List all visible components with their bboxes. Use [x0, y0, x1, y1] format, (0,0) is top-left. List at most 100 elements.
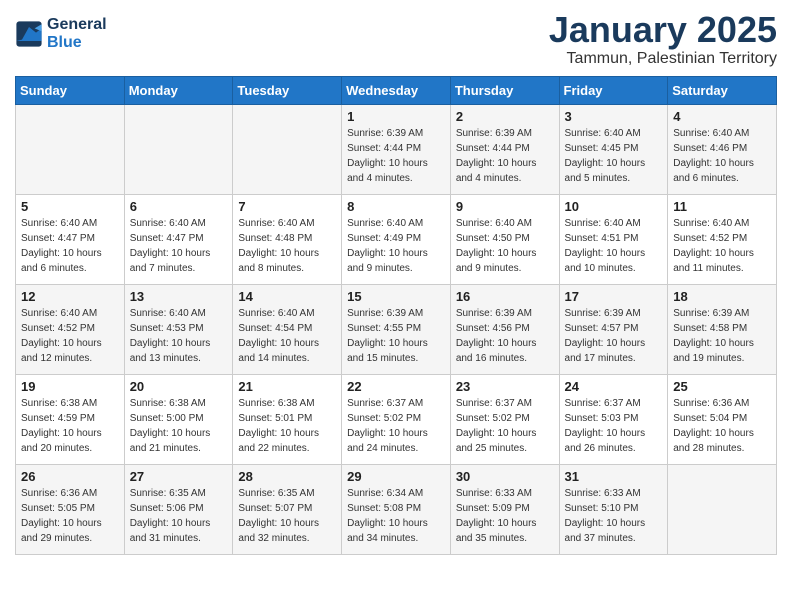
- day-info: Sunrise: 6:40 AMSunset: 4:46 PMDaylight:…: [673, 126, 771, 186]
- calendar-cell: 19 Sunrise: 6:38 AMSunset: 4:59 PMDayligh…: [16, 374, 125, 464]
- day-info: Sunrise: 6:39 AMSunset: 4:56 PMDaylight:…: [456, 306, 554, 366]
- calendar-cell: 22Sunrise: 6:37 AMSunset: 5:02 PMDayligh…: [342, 374, 451, 464]
- logo-text: General Blue: [47, 16, 107, 52]
- header-day-friday: Friday: [559, 76, 668, 104]
- day-number: 14: [238, 289, 336, 304]
- day-number: 3: [565, 109, 663, 124]
- day-info: Sunrise: 6:37 AMSunset: 5:02 PMDaylight:…: [456, 396, 554, 456]
- calendar-header: SundayMondayTuesdayWednesdayThursdayFrid…: [16, 76, 777, 104]
- day-number: 13: [130, 289, 228, 304]
- calendar-cell: 18 Sunrise: 6:39 AMSunset: 4:58 PMDayligh…: [668, 284, 777, 374]
- calendar-cell: 27 Sunrise: 6:35 AMSunset: 5:06 PMDayligh…: [124, 464, 233, 554]
- calendar-cell: [16, 104, 125, 194]
- header-day-thursday: Thursday: [450, 76, 559, 104]
- day-number: 19: [21, 379, 119, 394]
- calendar-cell: 12 Sunrise: 6:40 AMSunset: 4:52 PMDayligh…: [16, 284, 125, 374]
- calendar-table: SundayMondayTuesdayWednesdayThursdayFrid…: [15, 76, 777, 555]
- day-number: 8: [347, 199, 445, 214]
- day-number: 10: [565, 199, 663, 214]
- calendar-cell: 30 Sunrise: 6:33 AMSunset: 5:09 PMDayligh…: [450, 464, 559, 554]
- day-info: Sunrise: 6:37 AMSunset: 5:03 PMDaylight:…: [565, 396, 663, 456]
- day-number: 11: [673, 199, 771, 214]
- day-info: Sunrise: 6:34 AMSunset: 5:08 PMDaylight:…: [347, 486, 445, 546]
- calendar-cell: 13 Sunrise: 6:40 AMSunset: 4:53 PMDayligh…: [124, 284, 233, 374]
- header-day-sunday: Sunday: [16, 76, 125, 104]
- calendar-cell: 29 Sunrise: 6:34 AMSunset: 5:08 PMDayligh…: [342, 464, 451, 554]
- calendar-cell: 10 Sunrise: 6:40 AMSunset: 4:51 PMDayligh…: [559, 194, 668, 284]
- day-info: Sunrise: 6:40 AMSunset: 4:47 PMDaylight:…: [130, 216, 228, 276]
- calendar-cell: [124, 104, 233, 194]
- calendar-cell: 25 Sunrise: 6:36 AMSunset: 5:04 PMDayligh…: [668, 374, 777, 464]
- day-info: Sunrise: 6:39 AMSunset: 4:55 PMDaylight:…: [347, 306, 445, 366]
- day-info: Sunrise: 6:36 AMSunset: 5:05 PMDaylight:…: [21, 486, 119, 546]
- calendar-cell: 2 Sunrise: 6:39 AMSunset: 4:44 PMDaylight…: [450, 104, 559, 194]
- day-info: Sunrise: 6:39 AMSunset: 4:44 PMDaylight:…: [456, 126, 554, 186]
- day-info: Sunrise: 6:39 AMSunset: 4:44 PMDaylight:…: [347, 126, 445, 186]
- day-info: Sunrise: 6:40 AMSunset: 4:51 PMDaylight:…: [565, 216, 663, 276]
- day-number: 28: [238, 469, 336, 484]
- calendar-cell: 11 Sunrise: 6:40 AMSunset: 4:52 PMDayligh…: [668, 194, 777, 284]
- day-info: Sunrise: 6:40 AMSunset: 4:47 PMDaylight:…: [21, 216, 119, 276]
- calendar-cell: 28Sunrise: 6:35 AMSunset: 5:07 PMDayligh…: [233, 464, 342, 554]
- day-number: 15: [347, 289, 445, 304]
- day-number: 7: [238, 199, 336, 214]
- day-number: 30: [456, 469, 554, 484]
- calendar-cell: 20 Sunrise: 6:38 AMSunset: 5:00 PMDayligh…: [124, 374, 233, 464]
- calendar-cell: 3 Sunrise: 6:40 AMSunset: 4:45 PMDaylight…: [559, 104, 668, 194]
- day-info: Sunrise: 6:40 AMSunset: 4:54 PMDaylight:…: [238, 306, 336, 366]
- day-number: 17: [565, 289, 663, 304]
- calendar-cell: 14 Sunrise: 6:40 AMSunset: 4:54 PMDayligh…: [233, 284, 342, 374]
- calendar-title: January 2025: [549, 10, 777, 50]
- day-info: Sunrise: 6:38 AMSunset: 5:00 PMDaylight:…: [130, 396, 228, 456]
- week-row-3: 12 Sunrise: 6:40 AMSunset: 4:52 PMDayligh…: [16, 284, 777, 374]
- day-number: 16: [456, 289, 554, 304]
- calendar-cell: 23 Sunrise: 6:37 AMSunset: 5:02 PMDayligh…: [450, 374, 559, 464]
- day-info: Sunrise: 6:40 AMSunset: 4:53 PMDaylight:…: [130, 306, 228, 366]
- calendar-cell: 31 Sunrise: 6:33 AMSunset: 5:10 PMDayligh…: [559, 464, 668, 554]
- calendar-cell: 4Sunrise: 6:40 AMSunset: 4:46 PMDaylight…: [668, 104, 777, 194]
- header-day-monday: Monday: [124, 76, 233, 104]
- day-info: Sunrise: 6:36 AMSunset: 5:04 PMDaylight:…: [673, 396, 771, 456]
- day-number: 27: [130, 469, 228, 484]
- calendar-cell: [668, 464, 777, 554]
- day-info: Sunrise: 6:40 AMSunset: 4:45 PMDaylight:…: [565, 126, 663, 186]
- logo: General Blue: [15, 16, 107, 52]
- week-row-2: 5 Sunrise: 6:40 AMSunset: 4:47 PMDaylight…: [16, 194, 777, 284]
- day-info: Sunrise: 6:40 AMSunset: 4:52 PMDaylight:…: [21, 306, 119, 366]
- day-number: 22: [347, 379, 445, 394]
- calendar-cell: 26Sunrise: 6:36 AMSunset: 5:05 PMDayligh…: [16, 464, 125, 554]
- day-info: Sunrise: 6:38 AMSunset: 4:59 PMDaylight:…: [21, 396, 119, 456]
- calendar-cell: 1Sunrise: 6:39 AMSunset: 4:44 PMDaylight…: [342, 104, 451, 194]
- day-info: Sunrise: 6:40 AMSunset: 4:49 PMDaylight:…: [347, 216, 445, 276]
- day-info: Sunrise: 6:39 AMSunset: 4:58 PMDaylight:…: [673, 306, 771, 366]
- day-number: 20: [130, 379, 228, 394]
- week-row-1: 1Sunrise: 6:39 AMSunset: 4:44 PMDaylight…: [16, 104, 777, 194]
- day-info: Sunrise: 6:40 AMSunset: 4:52 PMDaylight:…: [673, 216, 771, 276]
- day-number: 31: [565, 469, 663, 484]
- day-info: Sunrise: 6:33 AMSunset: 5:09 PMDaylight:…: [456, 486, 554, 546]
- day-number: 18: [673, 289, 771, 304]
- day-number: 29: [347, 469, 445, 484]
- calendar-cell: 8 Sunrise: 6:40 AMSunset: 4:49 PMDaylight…: [342, 194, 451, 284]
- logo-blue: Blue: [47, 34, 107, 52]
- day-number: 5: [21, 199, 119, 214]
- calendar-cell: 17Sunrise: 6:39 AMSunset: 4:57 PMDayligh…: [559, 284, 668, 374]
- calendar-cell: 9Sunrise: 6:40 AMSunset: 4:50 PMDaylight…: [450, 194, 559, 284]
- day-number: 21: [238, 379, 336, 394]
- logo-general: General: [47, 16, 107, 34]
- calendar-cell: 24Sunrise: 6:37 AMSunset: 5:03 PMDayligh…: [559, 374, 668, 464]
- header-row: SundayMondayTuesdayWednesdayThursdayFrid…: [16, 76, 777, 104]
- day-number: 2: [456, 109, 554, 124]
- day-number: 9: [456, 199, 554, 214]
- calendar-cell: 6Sunrise: 6:40 AMSunset: 4:47 PMDaylight…: [124, 194, 233, 284]
- day-number: 23: [456, 379, 554, 394]
- calendar-cell: [233, 104, 342, 194]
- header-day-tuesday: Tuesday: [233, 76, 342, 104]
- day-info: Sunrise: 6:33 AMSunset: 5:10 PMDaylight:…: [565, 486, 663, 546]
- header-day-wednesday: Wednesday: [342, 76, 451, 104]
- calendar-cell: 5 Sunrise: 6:40 AMSunset: 4:47 PMDaylight…: [16, 194, 125, 284]
- day-number: 25: [673, 379, 771, 394]
- day-info: Sunrise: 6:35 AMSunset: 5:06 PMDaylight:…: [130, 486, 228, 546]
- title-area: January 2025 Tammun, Palestinian Territo…: [549, 10, 777, 68]
- day-number: 12: [21, 289, 119, 304]
